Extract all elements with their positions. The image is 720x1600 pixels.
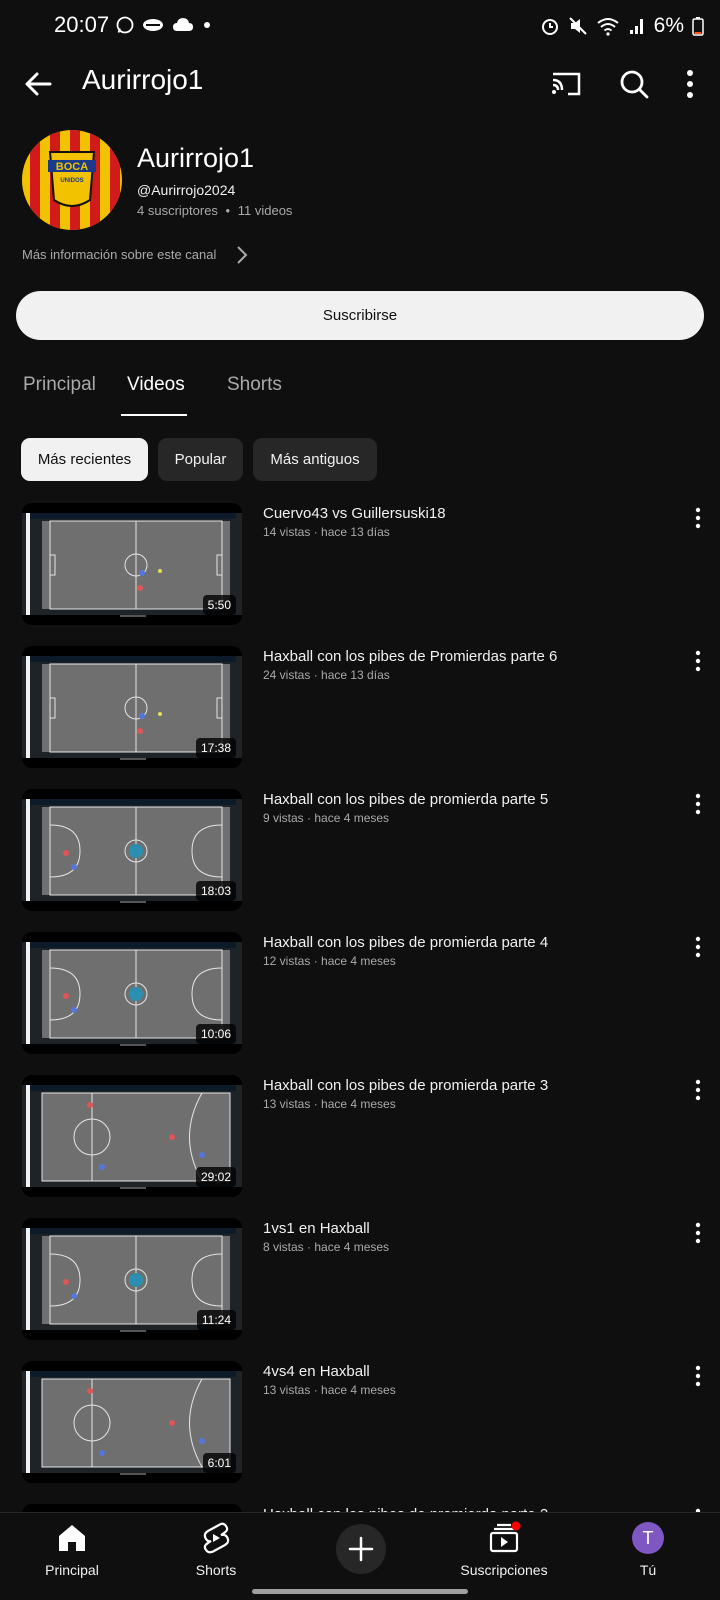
signal-icon [629, 19, 643, 34]
video-count: 11 videos [237, 203, 293, 218]
video-title[interactable]: Haxball con los pibes de promierda parte… [263, 934, 673, 951]
video-item[interactable]: 29:02 Haxball con los pibes de promierda … [0, 1075, 720, 1205]
video-title[interactable]: Haxball con los pibes de promierda parte… [263, 791, 673, 808]
messages-icon [143, 19, 163, 31]
tab-videos[interactable]: Videos [127, 374, 185, 396]
status-bar: 20:07 6% [0, 0, 720, 52]
video-thumbnail[interactable]: 18:03 [22, 789, 242, 911]
mute-icon [568, 17, 587, 35]
subscriptions-icon [489, 1521, 521, 1553]
channel-tabs: Principal Videos Shorts [0, 370, 720, 416]
home-indicator [252, 1589, 468, 1594]
avatar-badge-text: BOCA [56, 161, 88, 173]
video-item[interactable]: 6:01 4vs4 en Haxball 13 vistas · hace 4 me… [0, 1361, 720, 1491]
video-more-icon[interactable] [686, 505, 710, 531]
more-vert-icon[interactable] [676, 66, 704, 102]
video-thumbnail[interactable]: 6:01 [22, 1361, 242, 1483]
video-meta: 13 vistas · hace 4 meses [263, 1383, 396, 1397]
video-title[interactable]: Haxball con los pibes de promierda parte… [263, 1077, 673, 1094]
channel-name: Aurirrojo1 [137, 143, 255, 173]
system-icons: 6% [540, 14, 704, 38]
nav-subscriptions[interactable]: Suscripciones [449, 1513, 559, 1585]
shorts-icon [203, 1522, 230, 1554]
video-more-icon[interactable] [686, 1077, 710, 1103]
video-item[interactable]: 11:24 1vs1 en Haxball 8 vistas · hace 4 me… [0, 1218, 720, 1348]
tab-principal[interactable]: Principal [23, 374, 96, 396]
video-meta: 8 vistas · hace 4 meses [263, 1240, 390, 1254]
video-duration: 10:06 [195, 1024, 236, 1044]
video-title[interactable]: 1vs1 en Haxball [263, 1220, 673, 1237]
nav-subscriptions-label: Suscripciones [460, 1562, 548, 1578]
dot-icon [204, 22, 210, 28]
nav-home[interactable]: Principal [17, 1513, 127, 1585]
video-duration: 17:38 [195, 738, 236, 758]
video-meta: 13 vistas · hace 4 meses [263, 1097, 396, 1111]
alarm-icon [541, 19, 558, 35]
status-time: 20:07 [54, 12, 110, 37]
whatsapp-icon [116, 16, 134, 34]
nav-shorts[interactable]: Shorts [161, 1513, 271, 1585]
video-title[interactable]: Cuervo43 vs Guillersuski18 [263, 505, 673, 522]
chip-mas-recientes[interactable]: Más recientes [21, 438, 148, 481]
video-duration: 11:24 [196, 1310, 236, 1330]
video-thumbnail[interactable]: 5:50 [22, 503, 242, 625]
video-more-icon[interactable] [686, 934, 710, 960]
channel-handle: @Aurirrojo2024 [137, 182, 236, 198]
video-item[interactable]: 5:50 Cuervo43 vs Guillersuski18 14 vistas … [0, 503, 720, 633]
nav-home-label: Principal [45, 1562, 99, 1578]
home-icon [59, 1525, 85, 1551]
video-more-icon[interactable] [686, 1363, 710, 1389]
video-duration: 18:03 [195, 881, 236, 901]
tab-active-indicator [121, 414, 187, 416]
channel-stats: 4 suscriptores • 11 videos [137, 203, 292, 218]
video-thumbnail[interactable]: 11:24 [22, 1218, 242, 1340]
battery-icon [692, 17, 704, 36]
battery-percent: 6% [653, 14, 684, 37]
create-button[interactable] [336, 1524, 386, 1574]
chip-mas-antiguos[interactable]: Más antiguos [253, 438, 377, 481]
wifi-icon [597, 18, 619, 36]
cloud-icon [173, 18, 193, 31]
video-title[interactable]: Haxball con los pibes de Promierdas part… [263, 648, 673, 665]
video-duration: 29:02 [195, 1167, 236, 1187]
search-icon[interactable] [616, 66, 652, 102]
video-meta: 14 vistas · hace 13 días [263, 525, 390, 539]
video-more-icon[interactable] [686, 1220, 710, 1246]
plus-icon [348, 1536, 374, 1562]
video-more-icon[interactable] [686, 791, 710, 817]
video-duration: 5:50 [202, 595, 236, 615]
back-arrow-icon[interactable] [20, 66, 56, 102]
stats-separator: • [225, 203, 231, 218]
video-meta: 9 vistas · hace 4 meses [263, 811, 390, 825]
chevron-right-icon[interactable] [232, 244, 252, 266]
user-avatar: T [632, 1522, 664, 1554]
nav-you[interactable]: T Tú [593, 1513, 703, 1585]
video-thumbnail[interactable]: 17:38 [22, 646, 242, 768]
video-more-icon[interactable] [686, 648, 710, 674]
subscriber-count: 4 suscriptores [137, 203, 218, 218]
app-bar-title: Aurirrojo1 [82, 64, 204, 95]
video-title[interactable]: 4vs4 en Haxball [263, 1363, 673, 1380]
notification-icons [116, 16, 212, 34]
nav-you-label: Tú [639, 1562, 657, 1578]
video-item[interactable]: 10:06 Haxball con los pibes de promierda … [0, 932, 720, 1062]
video-duration: 6:01 [202, 1453, 236, 1473]
video-item[interactable]: 17:38 Haxball con los pibes de Promierdas… [0, 646, 720, 776]
channel-avatar[interactable]: BOCA UNIDOS [22, 130, 122, 230]
app-bar: Aurirrojo1 [0, 52, 720, 116]
nav-shorts-label: Shorts [195, 1562, 237, 1578]
more-info-link[interactable]: Más información sobre este canal [22, 247, 216, 262]
video-thumbnail[interactable]: 29:02 [22, 1075, 242, 1197]
video-meta: 24 vistas · hace 13 días [263, 668, 390, 682]
tab-shorts[interactable]: Shorts [227, 374, 282, 396]
chip-popular[interactable]: Popular [158, 438, 243, 481]
cast-icon[interactable] [548, 66, 584, 102]
subscribe-button[interactable]: Suscribirse [16, 291, 704, 340]
video-thumbnail[interactable]: 10:06 [22, 932, 242, 1054]
video-item[interactable]: 18:03 Haxball con los pibes de promierda … [0, 789, 720, 919]
avatar-badge-subtext: UNIDOS [60, 178, 83, 184]
bottom-navigation: Principal Shorts Suscripciones T Tú [0, 1512, 720, 1600]
video-meta: 12 vistas · hace 4 meses [263, 954, 396, 968]
